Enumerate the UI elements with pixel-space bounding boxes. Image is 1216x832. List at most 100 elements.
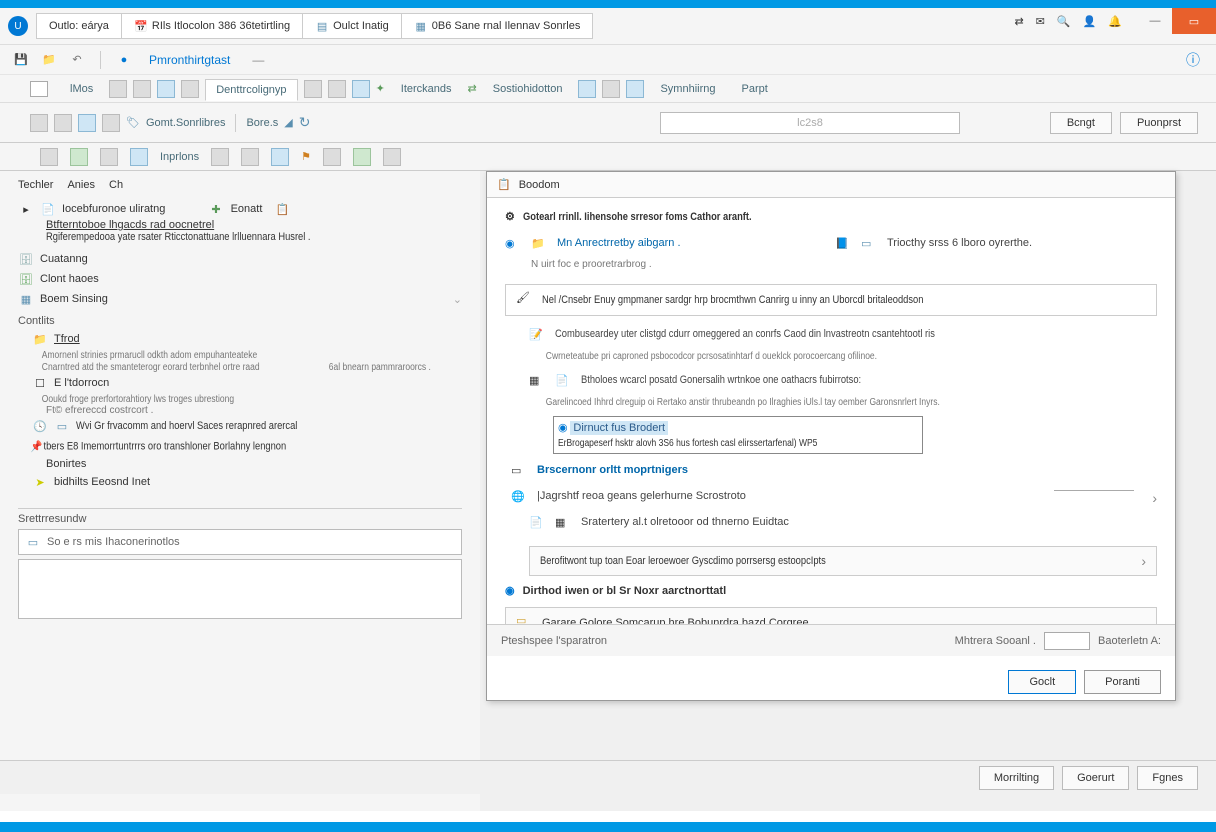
nav-item-8[interactable]: ☐E l'tdorrocn: [18, 373, 462, 393]
save-icon[interactable]: 💾: [12, 51, 30, 69]
option-row-1-text[interactable]: Mn Anrectrretby aibgarn .: [557, 237, 827, 249]
rb-ico-5[interactable]: [304, 80, 322, 98]
nav-item-5[interactable]: ▦Boem Sinsing⌄: [18, 289, 462, 309]
ok-button[interactable]: Goclt: [1008, 670, 1076, 694]
file-icon[interactable]: [30, 81, 48, 97]
ribbon-tab-4-label: Sostiohidotton: [493, 83, 563, 95]
ribbon-tab-2[interactable]: Denttrcolignyp: [205, 79, 297, 101]
rb2-ico-4[interactable]: [102, 114, 120, 132]
menu-item-1[interactable]: Pmronthirtgtast: [143, 53, 236, 67]
footer-input[interactable]: [1044, 632, 1090, 650]
rb3-7[interactable]: [271, 148, 289, 166]
rb3-3[interactable]: [100, 148, 118, 166]
star-icon[interactable]: ✦: [376, 82, 385, 95]
nav-item-12[interactable]: ➤bidhilts Eeosnd Inet: [18, 472, 462, 492]
action-button-2[interactable]: Puonprst: [1120, 112, 1198, 134]
nav-input[interactable]: ▭So e rs mis Ihaconerinotlos: [18, 529, 462, 555]
action-button-1[interactable]: Bcngt: [1050, 112, 1112, 134]
rb-ico-2[interactable]: [133, 80, 151, 98]
inline-input[interactable]: [1054, 490, 1134, 491]
cancel-button[interactable]: Poranti: [1084, 670, 1161, 694]
ribbon-tab-4[interactable]: Sostiohidotton: [483, 79, 573, 99]
help-badge[interactable]: ⓘ: [1186, 50, 1200, 70]
tag-icon[interactable]: 🏷: [126, 116, 140, 129]
search-input[interactable]: lc2s8: [660, 112, 960, 134]
rb3-6[interactable]: [241, 148, 259, 166]
nav-tab-3[interactable]: Ch: [109, 179, 123, 191]
rb3-10[interactable]: [383, 148, 401, 166]
option-panel-2[interactable]: Berofitwont tup toan Eoar leroewoer Gysc…: [529, 546, 1157, 576]
rb-ico-8[interactable]: [578, 80, 596, 98]
rb-ico-6[interactable]: [328, 80, 346, 98]
status-btn-3[interactable]: Fgnes: [1137, 766, 1198, 790]
rb3-9[interactable]: [353, 148, 371, 166]
rb3-1[interactable]: [40, 148, 58, 166]
title-tab-4[interactable]: ▦0B6 Sane rnal Ilennav Sonrles: [402, 13, 594, 39]
chevron-right-icon[interactable]: ›: [1141, 553, 1146, 569]
rb2-ico-3[interactable]: [78, 114, 96, 132]
status-btn-1[interactable]: Morrilting: [979, 766, 1054, 790]
title-tab-3[interactable]: ▤Oulct Inatig: [303, 13, 402, 39]
refresh-icon[interactable]: ↻: [299, 114, 311, 131]
rb2-ico-2[interactable]: [54, 114, 72, 132]
option-row-5-text[interactable]: Brscernonr orltt moprtnigers: [537, 464, 1157, 476]
drop-icon[interactable]: ◢: [284, 116, 292, 129]
person-icon[interactable]: 👤: [1083, 15, 1097, 28]
send-icon[interactable]: ✉: [1036, 15, 1045, 28]
bell-icon[interactable]: 🔔: [1108, 15, 1122, 28]
radio3-icon[interactable]: ◉: [505, 584, 515, 597]
status-btn-2[interactable]: Goerurt: [1062, 766, 1129, 790]
folder3-icon: 📁: [531, 237, 549, 255]
radio-icon[interactable]: ◉: [505, 237, 523, 255]
rb3-2[interactable]: [70, 148, 88, 166]
search-hdr-icon[interactable]: 🔍: [1057, 15, 1071, 28]
rb-ico-9[interactable]: [602, 80, 620, 98]
minimize-button[interactable]: —: [1138, 8, 1172, 34]
radio2-icon[interactable]: ◉: [558, 422, 568, 434]
nav-item-4[interactable]: 🗄Clont haoes: [18, 269, 462, 289]
ribbon-toolbar: 🏷 Gomt.Sonrlibres Bore.s ◢ ↻ lc2s8 Bcngt…: [0, 103, 1216, 143]
nav-item-9[interactable]: 🕓▭Wvi Gr frvacomm and hoervl Saces rerap…: [18, 416, 462, 436]
doc3-icon: 📄: [529, 516, 547, 534]
rb-ico-4[interactable]: [181, 80, 199, 98]
folder-icon[interactable]: 📁: [40, 51, 58, 69]
ribbon-tab-5[interactable]: Symnhiirng: [650, 79, 725, 99]
rb3-8[interactable]: [323, 148, 341, 166]
option-row-1: ◉ 📁 Mn Anrectrretby aibgarn . 📘 ▭ Trioct…: [505, 233, 1157, 259]
nav-item-7-sub1: Amornenl strinies prmarucll odkth adom e…: [18, 350, 257, 361]
nav-item-3[interactable]: 🗄Cuatanng: [18, 249, 462, 269]
nav-item-10[interactable]: 📌tbers E8 Imemorrtuntrrrs oro transhlone…: [18, 436, 286, 456]
title-tab-2[interactable]: 📅RIls Itlocolon 386 36tetirtling: [122, 13, 303, 39]
nav-tab-1[interactable]: Techler: [18, 179, 53, 191]
rb-ico-1[interactable]: [109, 80, 127, 98]
option-panel-1[interactable]: 🖌 Nel /Cnsebr Enuy gmpmaner sardgr hrp b…: [505, 284, 1157, 316]
nav-item-11[interactable]: Bonirtes: [18, 456, 462, 472]
plus-icon[interactable]: ✚: [211, 203, 220, 216]
undo-icon[interactable]: ↶: [68, 51, 86, 69]
highlight-item-2[interactable]: ErBrogapeserf hsktr alovh 3S6 hus fortes…: [558, 436, 817, 451]
quick-access-bar: 💾 📁 ↶ ● Pmronthirtgtast — ⓘ: [0, 45, 1216, 75]
list-icon: ▤: [315, 19, 329, 33]
nav-item-7[interactable]: 📁Tfrod: [18, 329, 462, 349]
rb3-5[interactable]: [211, 148, 229, 166]
rb3-4[interactable]: [130, 148, 148, 166]
nav-textarea[interactable]: [18, 559, 462, 619]
rb2-ico-1[interactable]: [30, 114, 48, 132]
chevron-right-icon[interactable]: ›: [1152, 490, 1157, 506]
nav-item-1[interactable]: ▸ 📄 Iocebfuronoe uliratng ✚ Eonatt 📋: [18, 199, 462, 219]
ribbon-tab-3[interactable]: Iterckands: [391, 79, 462, 99]
sync-icon[interactable]: ⇄: [1014, 15, 1023, 28]
shuffle-icon[interactable]: ⇄: [468, 82, 477, 95]
flag-icon[interactable]: ⚑: [301, 150, 311, 163]
ribbon-tab-6[interactable]: Parpt: [732, 79, 778, 99]
avatar[interactable]: U: [8, 16, 28, 36]
highlight-item-1[interactable]: Dirnuct fus Brodert: [570, 421, 668, 435]
rb-ico-10[interactable]: [626, 80, 644, 98]
title-tab-1[interactable]: Outlo: eárya: [36, 13, 122, 39]
nav-tab-2[interactable]: Anies: [67, 179, 95, 191]
rb-ico-7[interactable]: [352, 80, 370, 98]
ribbon-tab-1[interactable]: lMos: [60, 79, 103, 99]
checkbox-icon[interactable]: ☐: [32, 375, 48, 391]
rb-ico-3[interactable]: [157, 80, 175, 98]
close-button[interactable]: ▭: [1172, 8, 1216, 34]
